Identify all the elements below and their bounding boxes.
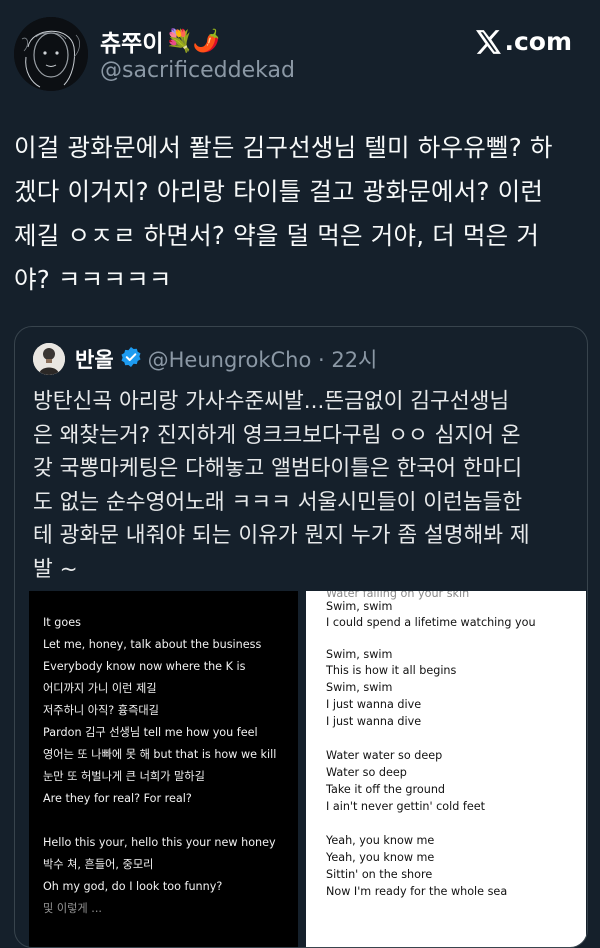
lyric-line: 어디까지 가니 이런 제길 <box>43 682 157 695</box>
tweet-line: 야? ㅋㅋㅋㅋㅋ <box>14 265 172 294</box>
quoted-line: 방탄신곡 아리랑 가사수준씨발...뜬금없이 김구선생님 <box>33 389 510 414</box>
lyric-line: I ain't never gettin' cold feet <box>326 800 486 813</box>
lyric-line: Are they for real? For real? <box>43 792 192 805</box>
lyric-line: 박수 쳐, 흔들어, 중모리 <box>43 858 154 871</box>
lyric-line: 영어는 또 나빠에 못 해 but that is how we kill <box>43 748 277 761</box>
lyric-line: 눈만 또 허벌나게 큰 너희가 말하길 <box>43 770 205 783</box>
lyric-line: I just wanna dive <box>326 698 422 711</box>
tweet-body: 이걸 광화문에서 퐐든 김구선생님 텔미 하우유뻴? 하 겠다 이거지? 아리랑… <box>14 126 586 302</box>
x-logo-icon <box>476 29 502 54</box>
lyric-line: Water falling on your skin <box>326 591 470 600</box>
quoted-line: 발 ~ <box>33 556 78 582</box>
quoted-tweet-body: 방탄신곡 아리랑 가사수준씨발...뜬금없이 김구선생님 은 왜찾는거? 진지하… <box>33 385 573 586</box>
lyric-line: 및 이렇게 ... <box>43 902 102 915</box>
lyric-line: Sittin' on the shore <box>326 868 433 881</box>
lyric-line: Let me, honey, talk about the business <box>43 638 262 651</box>
quoted-handle-time[interactable]: @HeungrokCho · 22시 <box>148 344 378 374</box>
lyric-line: Swim, swim <box>326 681 393 694</box>
x-com-brand: .com <box>476 27 572 56</box>
lyric-line: Now I'm ready for the whole sea <box>326 885 508 898</box>
lyric-line: This is how it all begins <box>326 664 457 677</box>
tweet-line: 이걸 광화문에서 퐐든 김구선생님 텔미 하우유뻴? 하 <box>14 133 553 162</box>
lyrics-image-left[interactable]: It goes Let me, honey, talk about the bu… <box>29 591 298 947</box>
author-avatar[interactable] <box>14 17 88 91</box>
author-name-row: 츄쭈이 💐🌶️ <box>100 24 220 58</box>
author-handle[interactable]: @sacrificeddekad <box>100 58 295 83</box>
lyric-line: Take it off the ground <box>326 783 446 796</box>
tweet-line: 제길 ㅇㅈㄹ 하면서? 약을 덜 먹은 거야, 더 먹은 거 <box>14 221 540 250</box>
lyric-line: I could spend a lifetime watching you <box>326 616 536 629</box>
tweet-line: 겠다 이거지? 아리랑 타이틀 걸고 광화문에서? 이런 <box>14 177 544 206</box>
lyric-line: Hello this your, hello this your new hon… <box>43 836 276 849</box>
lyric-line: Water so deep <box>326 766 407 779</box>
quoted-tweet-header: 반올 @HeungrokCho · 22시 <box>33 341 377 377</box>
brand-domain: .com <box>504 27 572 56</box>
author-display-name[interactable]: 츄쭈이 <box>100 24 163 58</box>
quoted-author-name[interactable]: 반올 <box>75 344 114 374</box>
lyric-line: Oh my god, do I look too funny? <box>43 880 223 893</box>
lyric-line: Pardon 김구 선생님 tell me how you feel <box>43 726 258 739</box>
quoted-line: 테 광화문 내줘야 되는 이유가 뭔지 누가 좀 설명해봐 제 <box>33 523 530 548</box>
quoted-line: 갖 국뽕마케팅은 다해놓고 앨범타이틀은 한국어 한마디 <box>33 456 523 481</box>
verified-badge-icon <box>120 346 142 372</box>
author-name-emoji: 💐🌶️ <box>165 28 221 54</box>
lyric-line: Everybody know now where the K is <box>43 660 246 673</box>
tweet-header: 츄쭈이 💐🌶️ @sacrificeddekad .com <box>0 0 600 110</box>
lyrics-image-right[interactable]: Water falling on your skin Swim, swim I … <box>306 591 586 947</box>
avatar-portrait-icon <box>14 17 88 91</box>
lyric-line: Swim, swim <box>326 600 393 613</box>
lyric-line: Swim, swim <box>326 648 393 661</box>
quoted-author-avatar[interactable] <box>33 343 65 375</box>
lyric-line: Yeah, you know me <box>326 834 435 847</box>
lyric-line: Yeah, you know me <box>326 851 435 864</box>
quoted-line: 도 없는 순수영어노래 ㅋㅋㅋ 서울시민들이 이런놈들한 <box>33 489 523 515</box>
quoted-line: 은 왜찾는거? 진지하게 영크크보다구림 ㅇㅇ 심지어 온 <box>33 422 521 448</box>
lyric-line: Water water so deep <box>326 749 443 762</box>
lyric-line: 저주하니 아직? 흉즉대길 <box>43 704 159 717</box>
lyric-line: I just wanna dive <box>326 715 422 728</box>
quoted-tweet[interactable]: 반올 @HeungrokCho · 22시 방탄신곡 아리랑 가사수준씨발...… <box>14 326 588 948</box>
quoted-avatar-icon <box>33 343 65 375</box>
lyric-line: It goes <box>43 616 81 629</box>
